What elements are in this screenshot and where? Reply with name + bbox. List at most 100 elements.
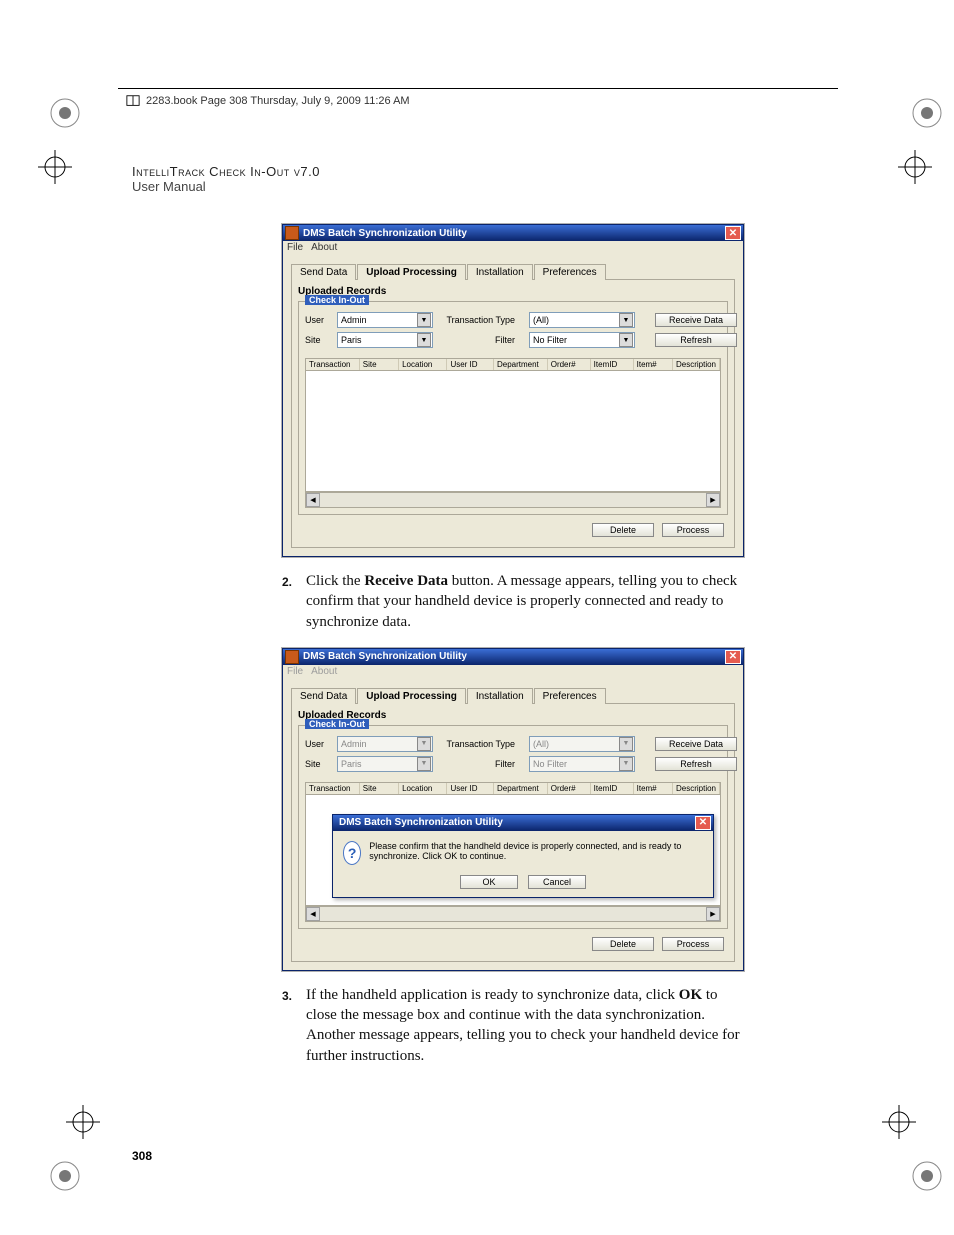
tab-row: Send Data Upload Processing Installation… <box>291 263 735 280</box>
label-site: Site <box>305 335 337 345</box>
panel: Uploaded Records Check In-Out User Admin… <box>291 280 735 548</box>
ok-button[interactable]: OK <box>460 875 518 889</box>
step-2: 2. Click the Receive Data button. A mess… <box>282 571 742 632</box>
close-icon[interactable]: ✕ <box>725 226 741 240</box>
user-dropdown[interactable]: Admin ▼ <box>337 312 433 328</box>
screenshot2-window: DMS Batch Synchronization Utility ✕ File… <box>282 648 744 971</box>
modal-title: DMS Batch Synchronization Utility <box>335 817 695 828</box>
group-legend: Check In-Out <box>305 719 369 729</box>
tab-preferences[interactable]: Preferences <box>534 688 606 704</box>
receive-data-button[interactable]: Receive Data <box>655 737 737 751</box>
col-description[interactable]: Description <box>673 783 720 794</box>
crop-mark-icon <box>48 96 82 130</box>
col-location[interactable]: Location <box>399 359 447 370</box>
tab-upload-processing[interactable]: Upload Processing <box>357 688 466 704</box>
menubar: File About <box>283 241 743 257</box>
scroll-right-icon[interactable]: ▶ <box>706 907 720 921</box>
col-itemid[interactable]: ItemID <box>591 359 634 370</box>
panel: Uploaded Records Check In-Out User Admin… <box>291 704 735 962</box>
col-site[interactable]: Site <box>360 359 399 370</box>
app-icon <box>285 226 299 240</box>
column-headers: Transaction Site Location User ID Depart… <box>305 358 721 371</box>
chevron-down-icon: ▼ <box>417 313 431 327</box>
question-icon: ? <box>343 841 361 865</box>
scroll-right-icon[interactable]: ▶ <box>706 493 720 507</box>
col-userid[interactable]: User ID <box>447 783 494 794</box>
step-number: 2. <box>282 571 306 632</box>
list-body <box>305 371 721 492</box>
register-mark-icon <box>66 1105 100 1139</box>
col-transaction[interactable]: Transaction <box>306 783 360 794</box>
menubar: File About <box>283 665 743 681</box>
label-trantype: Transaction Type <box>435 739 519 749</box>
tab-installation[interactable]: Installation <box>467 688 533 704</box>
col-itemid[interactable]: ItemID <box>591 783 634 794</box>
close-icon[interactable]: ✕ <box>725 650 741 664</box>
user-dropdown: Admin ▼ <box>337 736 433 752</box>
group-check-in-out: Check In-Out User Admin ▼ <box>298 301 728 515</box>
tab-preferences[interactable]: Preferences <box>534 264 606 280</box>
col-department[interactable]: Department <box>494 359 548 370</box>
tab-send-data[interactable]: Send Data <box>291 688 356 704</box>
h-scrollbar[interactable]: ◀ ▶ <box>305 492 721 508</box>
menu-file[interactable]: File <box>287 242 303 256</box>
menu-about: About <box>311 666 337 680</box>
col-site[interactable]: Site <box>360 783 399 794</box>
screenshot1-window: DMS Batch Synchronization Utility ✕ File… <box>282 224 744 557</box>
col-department[interactable]: Department <box>494 783 548 794</box>
tab-installation[interactable]: Installation <box>467 264 533 280</box>
crop-mark-icon <box>48 1159 82 1193</box>
col-itemnum[interactable]: Item# <box>634 783 673 794</box>
group-legend: Check In-Out <box>305 295 369 305</box>
modal-buttons: OK Cancel <box>333 875 713 897</box>
running-head: 2283.book Page 308 Thursday, July 9, 200… <box>118 88 838 114</box>
refresh-button[interactable]: Refresh <box>655 333 737 347</box>
trantype-value: (All) <box>533 739 549 749</box>
col-transaction[interactable]: Transaction <box>306 359 360 370</box>
tab-send-data[interactable]: Send Data <box>291 264 356 280</box>
label-trantype: Transaction Type <box>435 315 519 325</box>
step-text: If the handheld application is ready to … <box>306 985 742 1066</box>
delete-button[interactable]: Delete <box>592 937 654 951</box>
register-mark-icon <box>898 150 932 184</box>
label-filter: Filter <box>435 335 519 345</box>
scroll-left-icon[interactable]: ◀ <box>306 493 320 507</box>
receive-data-button[interactable]: Receive Data <box>655 313 737 327</box>
product-subtitle: User Manual <box>132 179 824 194</box>
page-number: 308 <box>132 1149 152 1163</box>
col-description[interactable]: Description <box>673 359 720 370</box>
site-value: Paris <box>341 759 362 769</box>
col-order[interactable]: Order# <box>548 359 591 370</box>
modal-message: Please confirm that the handheld device … <box>369 841 703 861</box>
process-button[interactable]: Process <box>662 523 724 537</box>
step-3: 3. If the handheld application is ready … <box>282 985 742 1066</box>
refresh-button[interactable]: Refresh <box>655 757 737 771</box>
menu-about[interactable]: About <box>311 242 337 256</box>
site-dropdown[interactable]: Paris ▼ <box>337 332 433 348</box>
chevron-down-icon: ▼ <box>619 333 633 347</box>
scroll-left-icon[interactable]: ◀ <box>306 907 320 921</box>
h-scrollbar[interactable]: ◀ ▶ <box>305 906 721 922</box>
filter-value: No Filter <box>533 335 567 345</box>
col-itemnum[interactable]: Item# <box>634 359 673 370</box>
app-icon <box>285 650 299 664</box>
trantype-dropdown[interactable]: (All) ▼ <box>529 312 635 328</box>
delete-button[interactable]: Delete <box>592 523 654 537</box>
register-mark-icon <box>38 150 72 184</box>
close-icon[interactable]: ✕ <box>695 816 711 830</box>
col-userid[interactable]: User ID <box>447 359 494 370</box>
menu-file: File <box>287 666 303 680</box>
col-location[interactable]: Location <box>399 783 447 794</box>
chevron-down-icon: ▼ <box>417 737 431 751</box>
label-filter: Filter <box>435 759 519 769</box>
label-user: User <box>305 739 337 749</box>
crop-mark-icon <box>910 96 944 130</box>
col-order[interactable]: Order# <box>548 783 591 794</box>
trantype-value: (All) <box>533 315 549 325</box>
process-button[interactable]: Process <box>662 937 724 951</box>
tab-upload-processing[interactable]: Upload Processing <box>357 264 466 280</box>
cancel-button[interactable]: Cancel <box>528 875 586 889</box>
filter-value: No Filter <box>533 759 567 769</box>
filter-dropdown[interactable]: No Filter ▼ <box>529 332 635 348</box>
user-value: Admin <box>341 739 367 749</box>
